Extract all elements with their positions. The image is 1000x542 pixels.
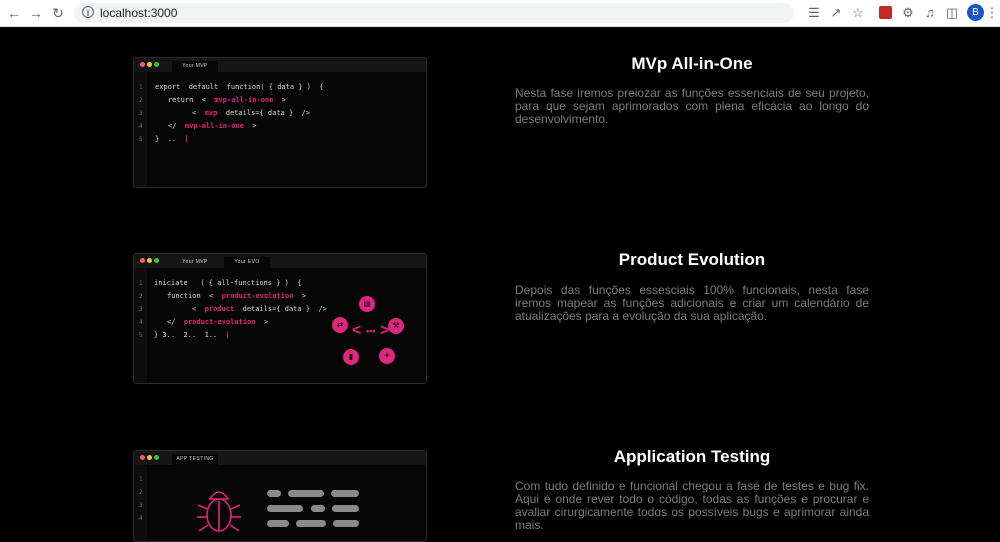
chart-icon: ▮ — [343, 349, 359, 365]
chevron-left-icon: < — [352, 322, 362, 339]
skeleton-bar — [267, 490, 281, 497]
hammer-icon: ⚒ — [388, 318, 404, 334]
line-number: 2 — [139, 293, 143, 300]
section-description: Com tudo definido e funcional chegou a f… — [515, 479, 869, 532]
skeleton-bar — [331, 490, 359, 497]
code-line: < mvp details={ data } /> — [192, 109, 311, 117]
share-icon[interactable]: ↗ — [828, 5, 844, 21]
chevron-right-icon: > — [380, 322, 390, 339]
code-line: < product details={ data } /> — [192, 305, 327, 313]
maximize-dot — [154, 62, 159, 67]
code-line: function < product-evolution > — [167, 292, 307, 300]
document-icon: ▤ — [359, 296, 375, 312]
section-title: Product Evolution — [618, 250, 766, 269]
section-description: Nesta fase iremos preiozar as funções es… — [515, 86, 869, 126]
close-dot — [140, 62, 145, 67]
ellipsis-icon: ••• — [366, 326, 376, 336]
bug-icon — [197, 491, 241, 532]
forward-icon[interactable]: → — [28, 5, 44, 21]
code-editor-mvp: Your MVP 1 2 3 4 5 export default functi… — [133, 57, 427, 188]
code-tag-icon: ⇄ — [332, 317, 348, 333]
minimize-dot — [147, 455, 152, 460]
compass-icon: ✦ — [379, 348, 395, 364]
extension-icon[interactable] — [879, 6, 892, 19]
line-number: 3 — [139, 110, 143, 117]
site-info-icon[interactable]: i — [82, 6, 94, 18]
menu-icon[interactable]: ⋮ — [984, 5, 1000, 21]
url-text: localhost:3000 — [100, 6, 178, 20]
code-line: } .. | — [155, 135, 189, 143]
maximize-dot — [154, 455, 159, 460]
avatar[interactable]: B — [967, 4, 984, 21]
editor-titlebar: Your MVP Your EVO — [134, 254, 426, 268]
browser-toolbar: ← → ↻ i localhost:3000 ☰ ↗ ☆ ⚙ ♫ ◫ B ⋮ — [0, 0, 1000, 27]
tab-your-mvp[interactable]: Your MVP — [172, 257, 218, 268]
code-line: } 3.. 2.. 1.. | — [154, 331, 230, 339]
line-number: 1 — [139, 280, 143, 287]
line-number: 3 — [139, 502, 143, 509]
code-line: </ mvp-all-in-one > — [168, 122, 257, 130]
code-line: </ product-evolution > — [167, 318, 269, 326]
line-number: 1 — [139, 84, 143, 91]
code-line: return < mvp-all-in-one > — [168, 96, 287, 104]
side-panel-icon[interactable]: ◫ — [944, 5, 960, 21]
section-description: Depois das funções essesciais 100% funci… — [515, 283, 869, 323]
section-title: Application Testing — [613, 447, 771, 466]
editor-titlebar: APP TESTING — [134, 451, 426, 465]
media-icon[interactable]: ♫ — [922, 5, 938, 21]
code-editor-evo: Your MVP Your EVO 1 2 3 4 5 iniciate ( {… — [133, 253, 427, 384]
line-number: 5 — [139, 332, 143, 339]
page-content: Your MVP 1 2 3 4 5 export default functi… — [0, 27, 1000, 542]
code-line: iniciate ( { all-functions } ) { — [154, 279, 302, 287]
close-dot — [140, 455, 145, 460]
reload-icon[interactable]: ↻ — [50, 5, 66, 21]
code-line: export default function( { data } ) { — [155, 83, 324, 91]
skeleton-bar — [288, 490, 324, 497]
code-editor-testing: APP TESTING 1 2 3 4 — [133, 450, 427, 542]
tab-your-mvp[interactable]: Your MVP — [172, 61, 218, 72]
skeleton-bar — [332, 505, 359, 512]
minimize-dot — [147, 258, 152, 263]
minimize-dot — [147, 62, 152, 67]
skeleton-bar — [311, 505, 325, 512]
line-number: 5 — [139, 136, 143, 143]
maximize-dot — [154, 258, 159, 263]
editor-titlebar: Your MVP — [134, 58, 426, 72]
back-icon[interactable]: ← — [6, 5, 22, 21]
close-dot — [140, 258, 145, 263]
bookmark-star-icon[interactable]: ☆ — [850, 5, 866, 21]
line-number: 3 — [139, 306, 143, 313]
tab-your-evo[interactable]: Your EVO — [224, 257, 270, 268]
line-number: 1 — [139, 476, 143, 483]
line-number: 4 — [139, 515, 143, 522]
translate-icon[interactable]: ☰ — [806, 5, 822, 21]
section-title: MVp All-in-One — [631, 54, 753, 73]
line-number: 2 — [139, 97, 143, 104]
address-bar[interactable]: i localhost:3000 — [74, 3, 794, 23]
line-number: 4 — [139, 319, 143, 326]
tab-app-testing[interactable]: APP TESTING — [172, 454, 218, 465]
puzzle-icon[interactable]: ⚙ — [900, 5, 916, 21]
skeleton-bar — [267, 505, 303, 512]
line-number: 4 — [139, 123, 143, 130]
line-number: 2 — [139, 489, 143, 496]
